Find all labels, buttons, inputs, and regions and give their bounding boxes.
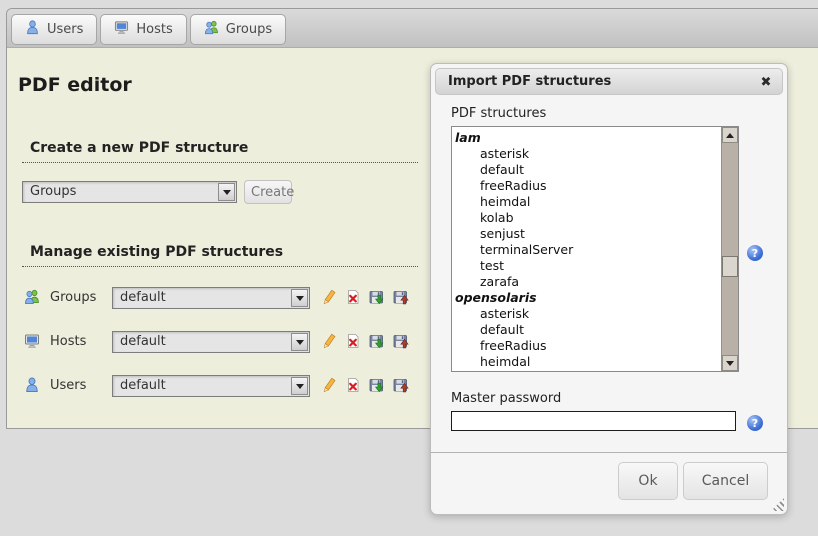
import-pdf-structures-dialog: Import PDF structures ✖ PDF structures l… bbox=[430, 63, 788, 515]
chevron-down-icon bbox=[218, 183, 235, 201]
help-icon[interactable]: ? bbox=[747, 245, 763, 261]
create-button[interactable]: Create bbox=[244, 180, 292, 204]
tab-bar: Users Hosts Groups bbox=[7, 9, 818, 48]
list-item[interactable]: default bbox=[455, 162, 718, 178]
list-item[interactable]: asterisk bbox=[455, 306, 718, 322]
row-label: Hosts bbox=[50, 334, 86, 349]
list-item[interactable]: senjust bbox=[455, 226, 718, 242]
chevron-down-icon bbox=[291, 333, 308, 351]
tab-label: Users bbox=[47, 22, 83, 37]
chevron-down-icon bbox=[291, 377, 308, 395]
master-password-input[interactable] bbox=[451, 411, 736, 431]
host-icon bbox=[24, 333, 41, 350]
chevron-down-icon bbox=[291, 289, 308, 307]
user-icon bbox=[25, 20, 40, 39]
resize-handle-icon[interactable] bbox=[771, 498, 784, 511]
row-label: Groups bbox=[50, 290, 96, 305]
scrollbar-thumb[interactable] bbox=[722, 256, 738, 277]
tab-label: Groups bbox=[226, 22, 272, 37]
row-label: Users bbox=[50, 378, 86, 393]
scroll-down-button[interactable] bbox=[722, 355, 738, 371]
list-item[interactable]: freeRadius bbox=[455, 178, 718, 194]
delete-icon[interactable] bbox=[345, 377, 362, 394]
help-icon[interactable]: ? bbox=[747, 415, 763, 431]
export-icon[interactable] bbox=[369, 333, 386, 350]
tab-label: Hosts bbox=[136, 22, 172, 37]
select-value: default bbox=[120, 334, 166, 349]
user-icon bbox=[24, 377, 41, 394]
list-group: lam bbox=[455, 130, 718, 146]
dialog-title: Import PDF structures bbox=[448, 74, 611, 89]
edit-icon[interactable] bbox=[321, 377, 338, 394]
page-title: PDF editor bbox=[18, 74, 132, 96]
structure-type-select[interactable]: Groups bbox=[22, 181, 237, 203]
dialog-divider bbox=[431, 452, 787, 453]
create-section-heading: Create a new PDF structure bbox=[22, 140, 418, 163]
select-value: Groups bbox=[30, 184, 76, 199]
list-item[interactable]: kolab bbox=[455, 210, 718, 226]
group-icon bbox=[24, 289, 41, 306]
select-value: default bbox=[120, 378, 166, 393]
list-group: opensolaris bbox=[455, 290, 718, 306]
import-icon[interactable] bbox=[393, 333, 410, 350]
list-item[interactable]: heimdal bbox=[455, 354, 718, 370]
pdf-structures-listbox[interactable]: lam asterisk default freeRadius heimdal … bbox=[451, 126, 739, 372]
scroll-up-icon bbox=[726, 133, 734, 138]
tab-groups[interactable]: Groups bbox=[190, 14, 286, 45]
delete-icon[interactable] bbox=[345, 289, 362, 306]
group-icon bbox=[204, 20, 219, 39]
close-icon[interactable]: ✖ bbox=[757, 73, 775, 91]
select-value: default bbox=[120, 290, 166, 305]
export-icon[interactable] bbox=[369, 289, 386, 306]
edit-icon[interactable] bbox=[321, 333, 338, 350]
list-item[interactable]: freeRadius bbox=[455, 338, 718, 354]
ok-button[interactable]: Ok bbox=[618, 462, 678, 500]
pdf-structures-label: PDF structures bbox=[451, 106, 546, 121]
tab-users[interactable]: Users bbox=[11, 14, 97, 45]
groups-structure-select[interactable]: default bbox=[112, 287, 310, 309]
tab-hosts[interactable]: Hosts bbox=[100, 14, 186, 45]
scroll-down-icon bbox=[726, 361, 734, 366]
scroll-up-button[interactable] bbox=[722, 127, 738, 143]
dialog-titlebar[interactable]: Import PDF structures ✖ bbox=[435, 68, 783, 95]
list-item[interactable]: default bbox=[455, 322, 718, 338]
import-icon[interactable] bbox=[393, 377, 410, 394]
listbox-scrollbar[interactable] bbox=[721, 127, 738, 371]
import-icon[interactable] bbox=[393, 289, 410, 306]
export-icon[interactable] bbox=[369, 377, 386, 394]
list-item[interactable]: terminalServer bbox=[455, 242, 718, 258]
list-item[interactable]: zarafa bbox=[455, 274, 718, 290]
list-item[interactable]: test bbox=[455, 258, 718, 274]
delete-icon[interactable] bbox=[345, 333, 362, 350]
list-item[interactable]: kolab bbox=[455, 370, 718, 372]
list-item[interactable]: heimdal bbox=[455, 194, 718, 210]
cancel-button[interactable]: Cancel bbox=[683, 462, 768, 500]
master-password-label: Master password bbox=[451, 391, 561, 406]
host-icon bbox=[114, 20, 129, 39]
list-item[interactable]: asterisk bbox=[455, 146, 718, 162]
users-structure-select[interactable]: default bbox=[112, 375, 310, 397]
edit-icon[interactable] bbox=[321, 289, 338, 306]
hosts-structure-select[interactable]: default bbox=[112, 331, 310, 353]
manage-section-heading: Manage existing PDF structures bbox=[22, 244, 418, 267]
